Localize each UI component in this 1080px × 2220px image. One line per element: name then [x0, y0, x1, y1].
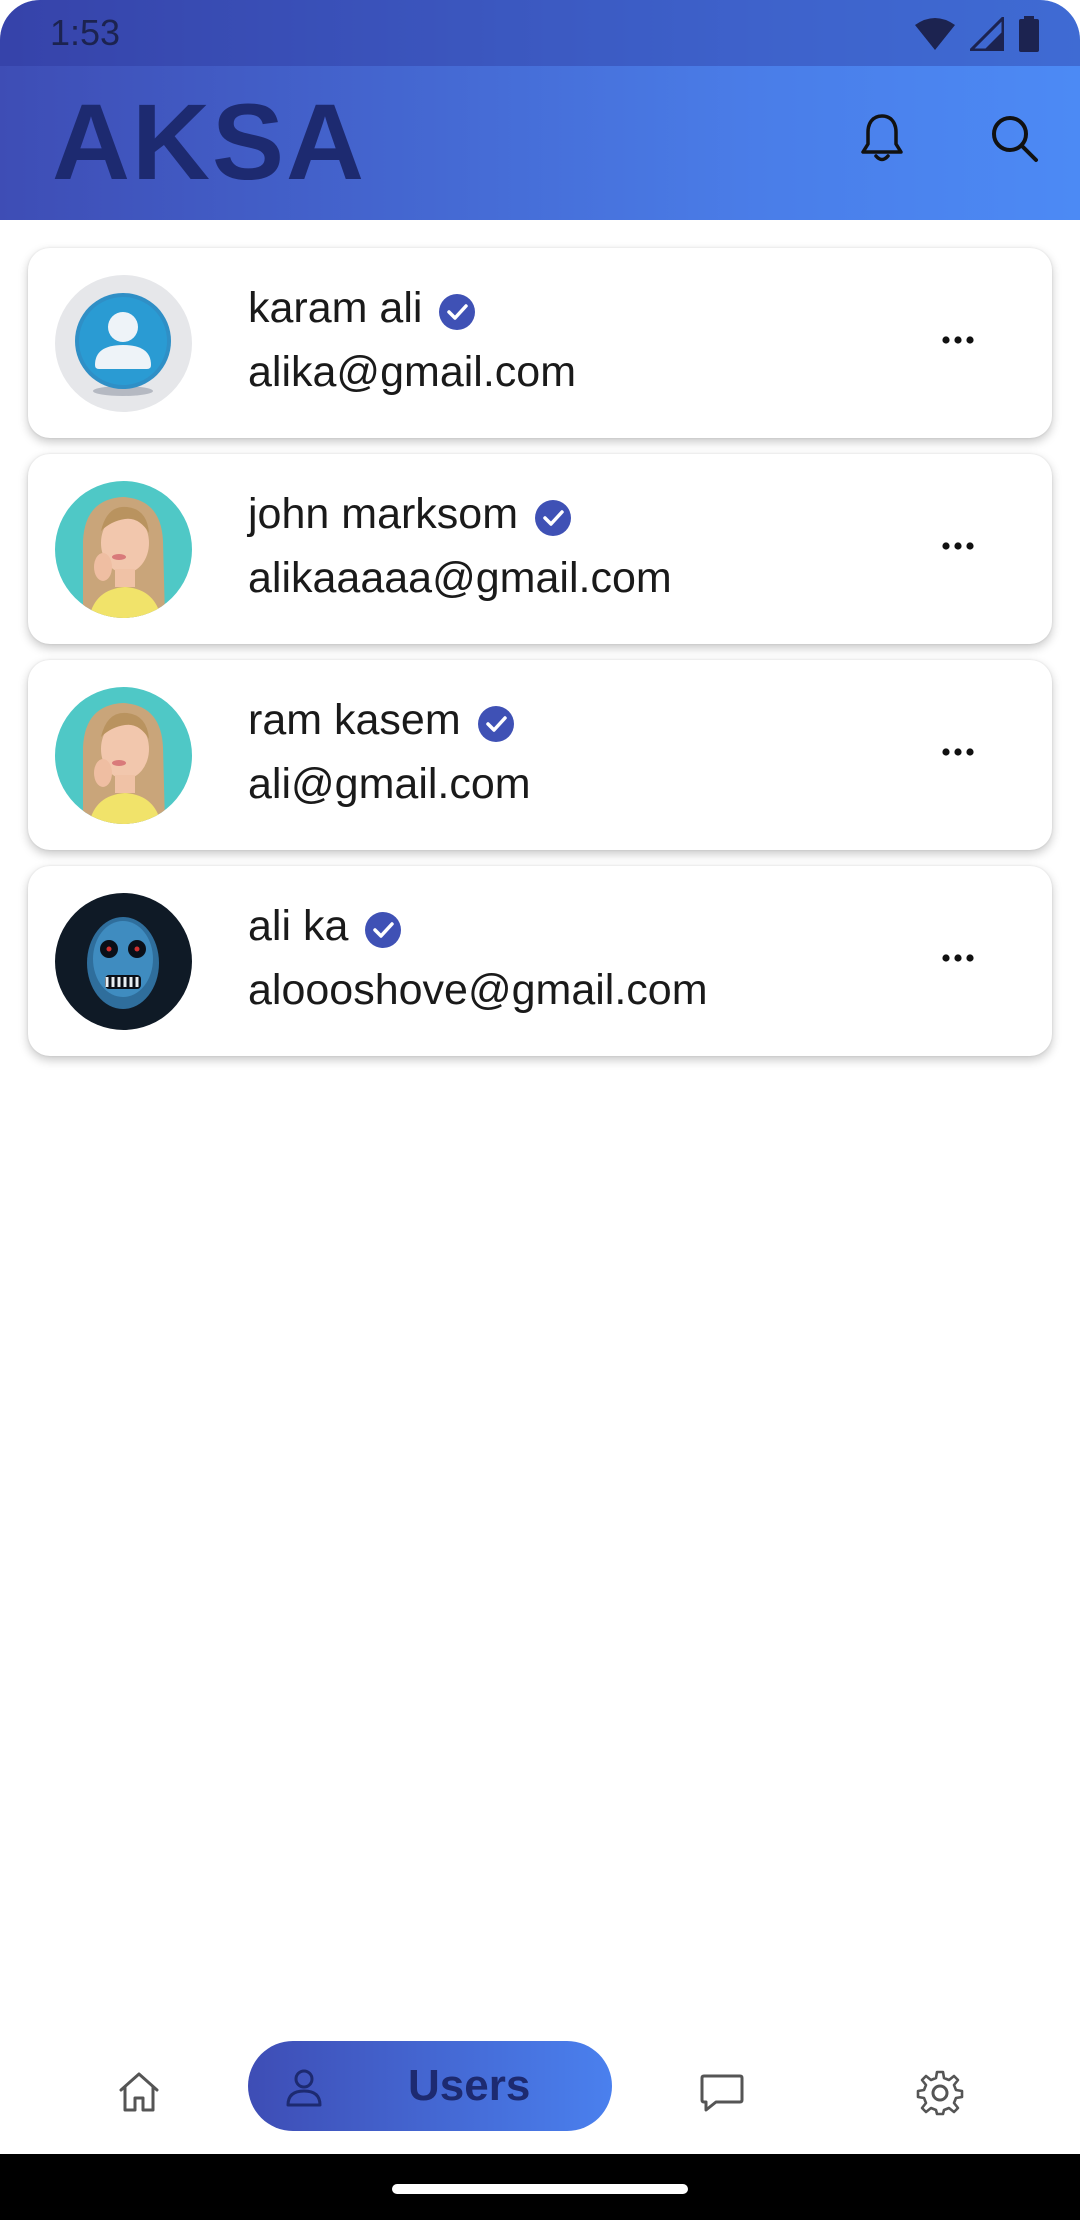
status-time: 1:53: [50, 12, 121, 53]
verified-badge-icon: [477, 705, 514, 742]
bottom-nav: Users: [0, 2016, 1080, 2156]
woman-photo-icon: [55, 481, 192, 618]
search-icon[interactable]: [986, 110, 1042, 166]
verified-badge-icon: [439, 293, 476, 330]
user-card[interactable]: ali ka aloooshove@gmail.com: [28, 866, 1052, 1056]
settings-icon[interactable]: [916, 2068, 964, 2116]
screen: 1:53 AKSA karam ali alika@gmail.com john…: [0, 0, 1080, 2220]
name-row: karam ali: [248, 284, 476, 333]
verified-badge-icon: [365, 911, 402, 948]
skull-mask-photo-icon: [55, 893, 192, 1030]
user-icon: [286, 2069, 322, 2107]
verified-badge-icon: [535, 499, 572, 536]
user-card[interactable]: john marksom alikaaaaa@gmail.com: [28, 454, 1052, 644]
user-name: karam ali: [248, 284, 423, 332]
home-gesture-handle[interactable]: [392, 2184, 688, 2194]
status-icons: [914, 14, 1040, 54]
user-name: john marksom: [248, 490, 519, 538]
user-email: ali@gmail.com: [248, 760, 531, 808]
more-options-icon[interactable]: [940, 946, 976, 970]
nav-item-users[interactable]: Users: [248, 2041, 612, 2131]
name-row: ram kasem: [248, 696, 515, 745]
more-options-icon[interactable]: [940, 328, 976, 352]
wifi-icon: [915, 18, 955, 50]
nav-item-users-label: Users: [408, 2061, 531, 2110]
chat-icon[interactable]: [698, 2068, 746, 2116]
user-name: ram kasem: [248, 696, 461, 744]
app-title: AKSA: [52, 81, 367, 202]
user-email: aloooshove@gmail.com: [248, 966, 708, 1014]
avatar: [55, 687, 192, 824]
name-row: john marksom: [248, 490, 572, 539]
more-options-icon[interactable]: [940, 534, 976, 558]
woman-photo-icon: [55, 687, 192, 824]
user-email: alikaaaaa@gmail.com: [248, 554, 672, 602]
user-card[interactable]: karam ali alika@gmail.com: [28, 248, 1052, 438]
bell-icon[interactable]: [854, 110, 910, 166]
user-list: karam ali alika@gmail.com john marksom a…: [28, 248, 1052, 1072]
avatar: [55, 481, 192, 618]
user-card[interactable]: ram kasem ali@gmail.com: [28, 660, 1052, 850]
user-name: ali ka: [248, 902, 349, 950]
default-avatar-icon: [55, 275, 192, 412]
home-icon[interactable]: [115, 2068, 163, 2116]
battery-icon: [1019, 16, 1039, 52]
cellular-signal-icon: [970, 17, 1004, 51]
user-email: alika@gmail.com: [248, 348, 577, 396]
system-gesture-bar: [0, 2154, 1080, 2220]
name-row: ali ka: [248, 902, 402, 951]
app-header: 1:53 AKSA: [0, 0, 1080, 220]
avatar: [55, 275, 192, 412]
avatar: [55, 893, 192, 1030]
more-options-icon[interactable]: [940, 740, 976, 764]
status-bar: 1:53: [0, 0, 1080, 66]
